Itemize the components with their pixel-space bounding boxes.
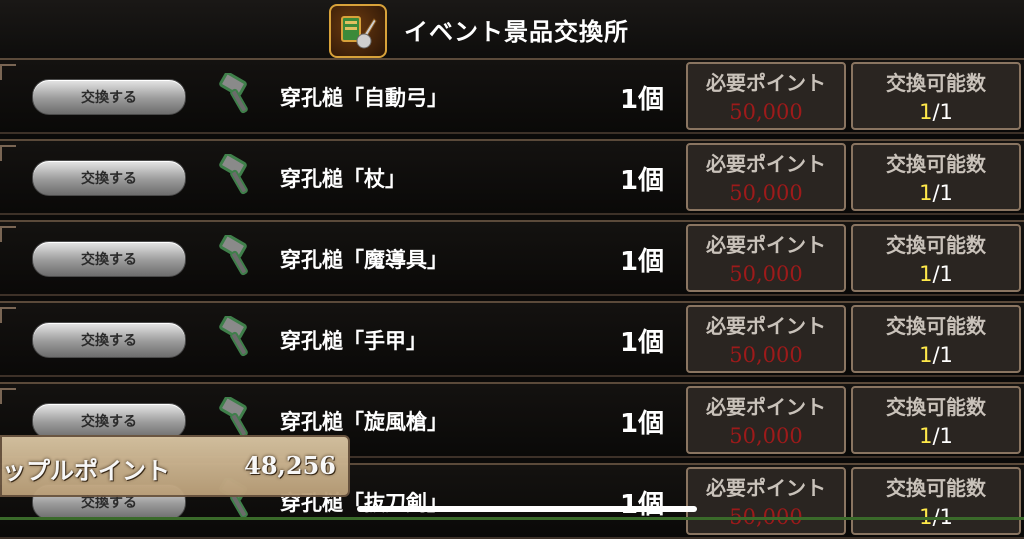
hammer-icon xyxy=(219,235,248,276)
exchange-button[interactable]: 交換する xyxy=(32,322,186,358)
count-current: 1 xyxy=(919,343,933,367)
list-item: 交換する 穿孔槌「魔導具」 1個 必要ポイント 50,000 交換可能数 1/1 xyxy=(0,220,1024,296)
count-total: /1 xyxy=(932,181,953,205)
list-item: 交換する 穿孔槌「手甲」 1個 必要ポイント 50,000 交換可能数 1/1 xyxy=(0,301,1024,377)
item-quantity: 1個 xyxy=(620,85,665,115)
hammer-icon xyxy=(219,73,248,114)
count-current: 1 xyxy=(919,424,933,448)
exchangeable-count-panel: 交換可能数 1/1 xyxy=(851,224,1021,292)
list-item: 交換する 穿孔槌「杖」 1個 必要ポイント 50,000 交換可能数 1/1 xyxy=(0,139,1024,215)
exchangeable-count-label: 交換可能数 xyxy=(886,395,986,419)
count-total: /1 xyxy=(932,100,953,124)
count-total: /1 xyxy=(932,343,953,367)
exchange-button[interactable]: 交換する xyxy=(32,241,186,277)
event-shop-icon xyxy=(329,4,387,58)
exchangeable-count-panel: 交換可能数 1/1 xyxy=(851,386,1021,454)
required-points-value: 50,000 xyxy=(729,100,803,124)
required-points-value: 50,000 xyxy=(729,262,803,286)
exchange-button[interactable]: 交換する xyxy=(32,403,186,439)
count-current: 1 xyxy=(919,100,933,124)
required-points-label: 必要ポイント xyxy=(706,152,826,176)
exchangeable-count-panel: 交換可能数 1/1 xyxy=(851,62,1021,130)
home-indicator[interactable] xyxy=(357,506,697,512)
exchangeable-count-value: 1/1 xyxy=(853,181,1019,205)
exchangeable-count-value: 1/1 xyxy=(853,262,1019,286)
required-points-label: 必要ポイント xyxy=(706,233,826,257)
item-quantity: 1個 xyxy=(620,490,665,520)
count-current: 1 xyxy=(919,181,933,205)
exchangeable-count-label: 交換可能数 xyxy=(886,476,986,500)
exchangeable-count-panel: 交換可能数 1/1 xyxy=(851,143,1021,211)
item-quantity: 1個 xyxy=(620,166,665,196)
hammer-icon xyxy=(219,316,248,357)
points-balance-panel: ップルポイント 48,256 xyxy=(0,435,350,497)
item-name: 穿孔槌「手甲」 xyxy=(280,329,427,353)
required-points-panel: 必要ポイント 50,000 xyxy=(686,386,846,454)
exchangeable-count-label: 交換可能数 xyxy=(886,71,986,95)
exchangeable-count-label: 交換可能数 xyxy=(886,233,986,257)
item-quantity: 1個 xyxy=(620,328,665,358)
exchangeable-count-label: 交換可能数 xyxy=(886,152,986,176)
required-points-label: 必要ポイント xyxy=(706,476,826,500)
required-points-panel: 必要ポイント 50,000 xyxy=(686,224,846,292)
required-points-value: 50,000 xyxy=(729,181,803,205)
item-name: 穿孔槌「旋風槍」 xyxy=(280,410,448,434)
exchange-button[interactable]: 交換する xyxy=(32,79,186,115)
exchangeable-count-value: 1/1 xyxy=(853,343,1019,367)
header-bar: イベント景品交換所 xyxy=(0,0,1024,58)
exchangeable-count-value: 1/1 xyxy=(853,424,1019,448)
required-points-label: 必要ポイント xyxy=(706,395,826,419)
count-total: /1 xyxy=(932,424,953,448)
points-balance-value: 48,256 xyxy=(244,451,336,480)
list-item: 交換する 穿孔槌「自動弓」 1個 必要ポイント 50,000 交換可能数 1/1 xyxy=(0,58,1024,134)
required-points-panel: 必要ポイント 50,000 xyxy=(686,143,846,211)
required-points-value: 50,000 xyxy=(729,343,803,367)
hammer-icon xyxy=(219,154,248,195)
required-points-panel: 必要ポイント 50,000 xyxy=(686,305,846,373)
item-name: 穿孔槌「杖」 xyxy=(280,167,406,191)
bottom-divider xyxy=(0,517,1024,520)
count-total: /1 xyxy=(932,262,953,286)
points-balance-label: ップルポイント xyxy=(2,457,170,485)
required-points-label: 必要ポイント xyxy=(706,314,826,338)
required-points-label: 必要ポイント xyxy=(706,71,826,95)
exchangeable-count-value: 1/1 xyxy=(853,100,1019,124)
item-name: 穿孔槌「自動弓」 xyxy=(280,86,448,110)
required-points-panel: 必要ポイント 50,000 xyxy=(686,62,846,130)
item-quantity: 1個 xyxy=(620,409,665,439)
count-current: 1 xyxy=(919,262,933,286)
item-quantity: 1個 xyxy=(620,247,665,277)
page-title: イベント景品交換所 xyxy=(404,18,629,46)
required-points-value: 50,000 xyxy=(729,424,803,448)
exchangeable-count-panel: 交換可能数 1/1 xyxy=(851,305,1021,373)
exchangeable-count-label: 交換可能数 xyxy=(886,314,986,338)
exchange-button[interactable]: 交換する xyxy=(32,160,186,196)
item-name: 穿孔槌「魔導具」 xyxy=(280,248,448,272)
